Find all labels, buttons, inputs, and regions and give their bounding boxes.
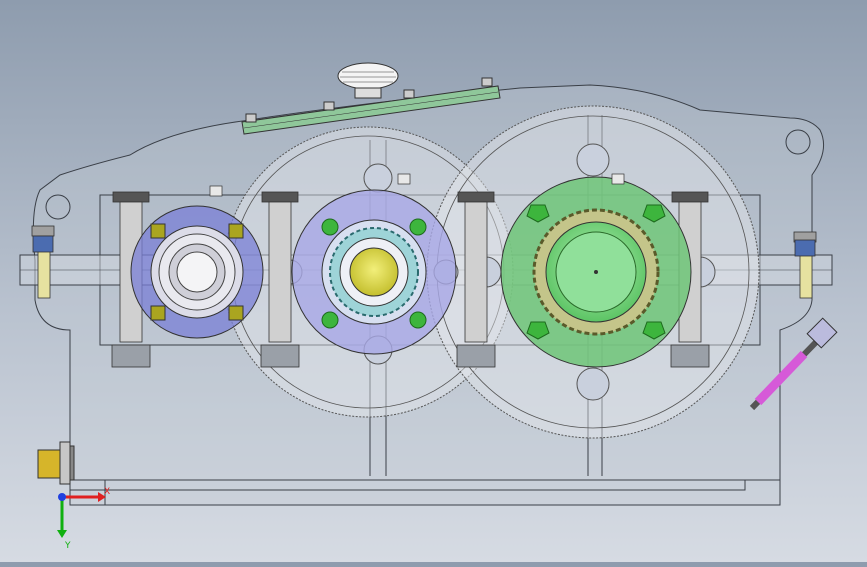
output-bearing-cap[interactable] — [500, 176, 692, 368]
breather-cap-icon[interactable] — [337, 62, 399, 99]
input-bearing-cap[interactable] — [130, 205, 264, 339]
gearbox-assembly-drawing[interactable]: X Y — [0, 0, 867, 562]
intermediate-bearing-cap[interactable] — [291, 189, 457, 355]
coordinate-triad-icon: X Y — [57, 487, 110, 551]
drain-plug-icon[interactable] — [37, 441, 75, 485]
x-axis-label: X — [104, 487, 110, 497]
cad-viewport[interactable]: X Y — [0, 0, 867, 562]
y-axis-label: Y — [64, 541, 71, 551]
